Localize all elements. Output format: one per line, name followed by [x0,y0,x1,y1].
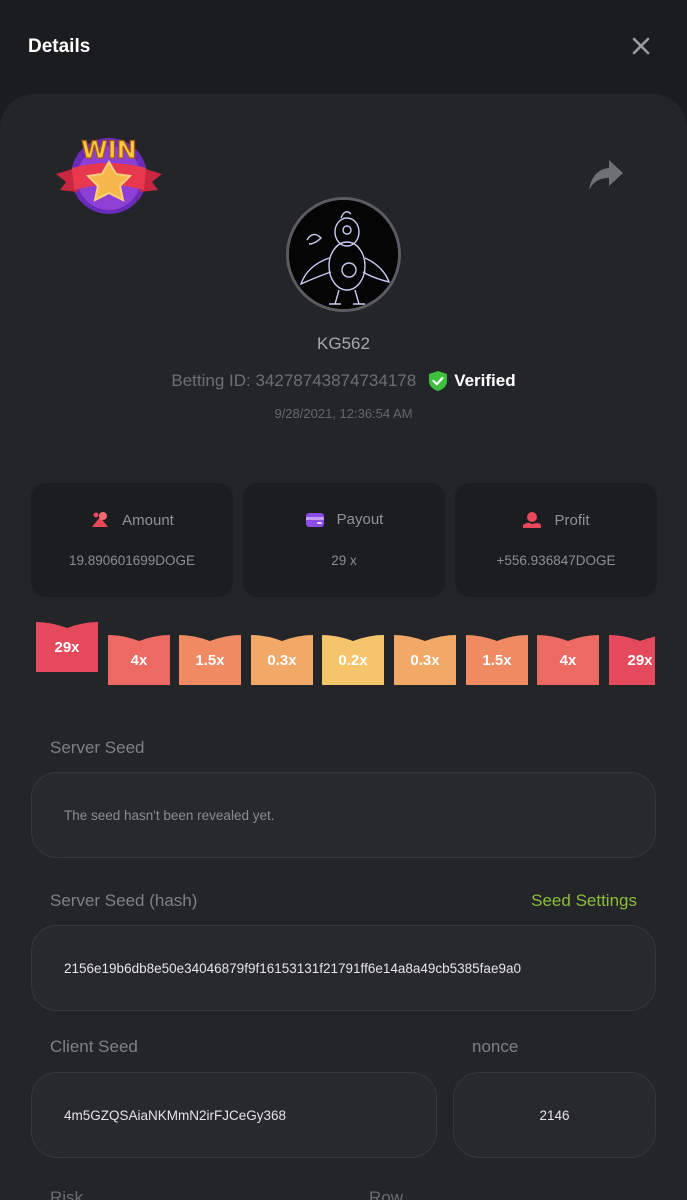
multiplier-box-1: 29x [36,622,98,672]
multiplier-box-2: 4x [108,635,170,685]
multiplier-label: 29x [54,638,80,656]
shield-check-icon [429,371,448,391]
multiplier-box-8: 4x [537,635,599,685]
nonce-value: 2146 [539,1107,570,1123]
multiplier-label: 0.3x [267,651,297,669]
header: Details [0,0,687,92]
profit-label: Profit [554,511,590,529]
verified-badge: Verified [428,370,516,392]
avatar [286,197,401,312]
multiplier-box-5: 0.2x [322,635,384,685]
server-seed-label: Server Seed [50,738,145,757]
multiplier-label: 0.3x [410,651,440,669]
win-badge-icon: WIN [56,135,162,214]
server-seed-hash-value: 2156e19b6db8e50e34046879f9f16153131f2179… [64,960,521,976]
server-seed-value: The seed hasn't been revealed yet. [64,807,275,823]
payout-label: Payout [336,511,384,528]
multiplier-box-6: 0.3x [394,635,456,685]
multiplier-label: 0.2x [338,651,368,669]
profit-card: Profit +556.936847DOGE [455,483,657,597]
wallet-icon [305,512,324,527]
close-icon[interactable] [630,35,652,57]
amount-value: 19.890601699DOGE [68,553,196,568]
row-label: Row [369,1188,404,1200]
multiplier-label: 29x [627,651,653,669]
betting-id: Betting ID: 34278743874734178 [171,371,417,390]
client-seed-label: Client Seed [50,1037,138,1056]
multiplier-label: 4x [559,651,577,669]
bet-datetime: 9/28/2021, 12:36:54 AM [274,406,413,421]
server-seed-hash-label: Server Seed (hash) [50,891,198,910]
risk-label: Risk [50,1188,84,1200]
win-text: WIN [81,136,137,164]
multiplier-box-7: 1.5x [466,635,528,685]
server-seed-hash-field[interactable]: 2156e19b6db8e50e34046879f9f16153131f2179… [31,925,656,1011]
multiplier-label: 4x [130,651,148,669]
username: KG562 [317,334,370,353]
payout-card: Payout 29 x [243,483,445,597]
client-seed-field[interactable]: 4m5GZQSAiaNKMmN2irFJCeGy368 [31,1072,437,1158]
multiplier-box-3: 1.5x [179,635,241,685]
client-seed-value: 4m5GZQSAiaNKMmN2irFJCeGy368 [64,1107,287,1123]
payout-value: 29 x [331,553,357,568]
amount-card: Amount 19.890601699DOGE [31,483,233,597]
multiplier-label: 1.5x [482,651,512,669]
server-seed-field: The seed hasn't been revealed yet. [31,772,656,858]
share-icon[interactable] [588,158,624,192]
verified-label: Verified [454,371,516,390]
multiplier-row: 29x 4x 1.5x 0.3x 0.2x 0.3x 1.5x 4x 29x [36,620,655,692]
nonce-label: nonce [472,1037,519,1056]
nonce-field[interactable]: 2146 [453,1072,656,1158]
multiplier-box-9: 29x [609,635,655,685]
multiplier-box-4: 0.3x [251,635,313,685]
multiplier-label: 1.5x [195,651,225,669]
amount-label: Amount [122,511,174,529]
profit-value: +556.936847DOGE [496,553,616,568]
bird-sketch-icon [289,200,398,309]
page-title: Details [28,36,91,57]
hand-coin-icon [523,512,542,528]
seed-settings-link[interactable]: Seed Settings [531,891,637,911]
coins-icon [92,512,109,527]
betting-info-row: Betting ID: 34278743874734178 Verified [0,368,687,394]
